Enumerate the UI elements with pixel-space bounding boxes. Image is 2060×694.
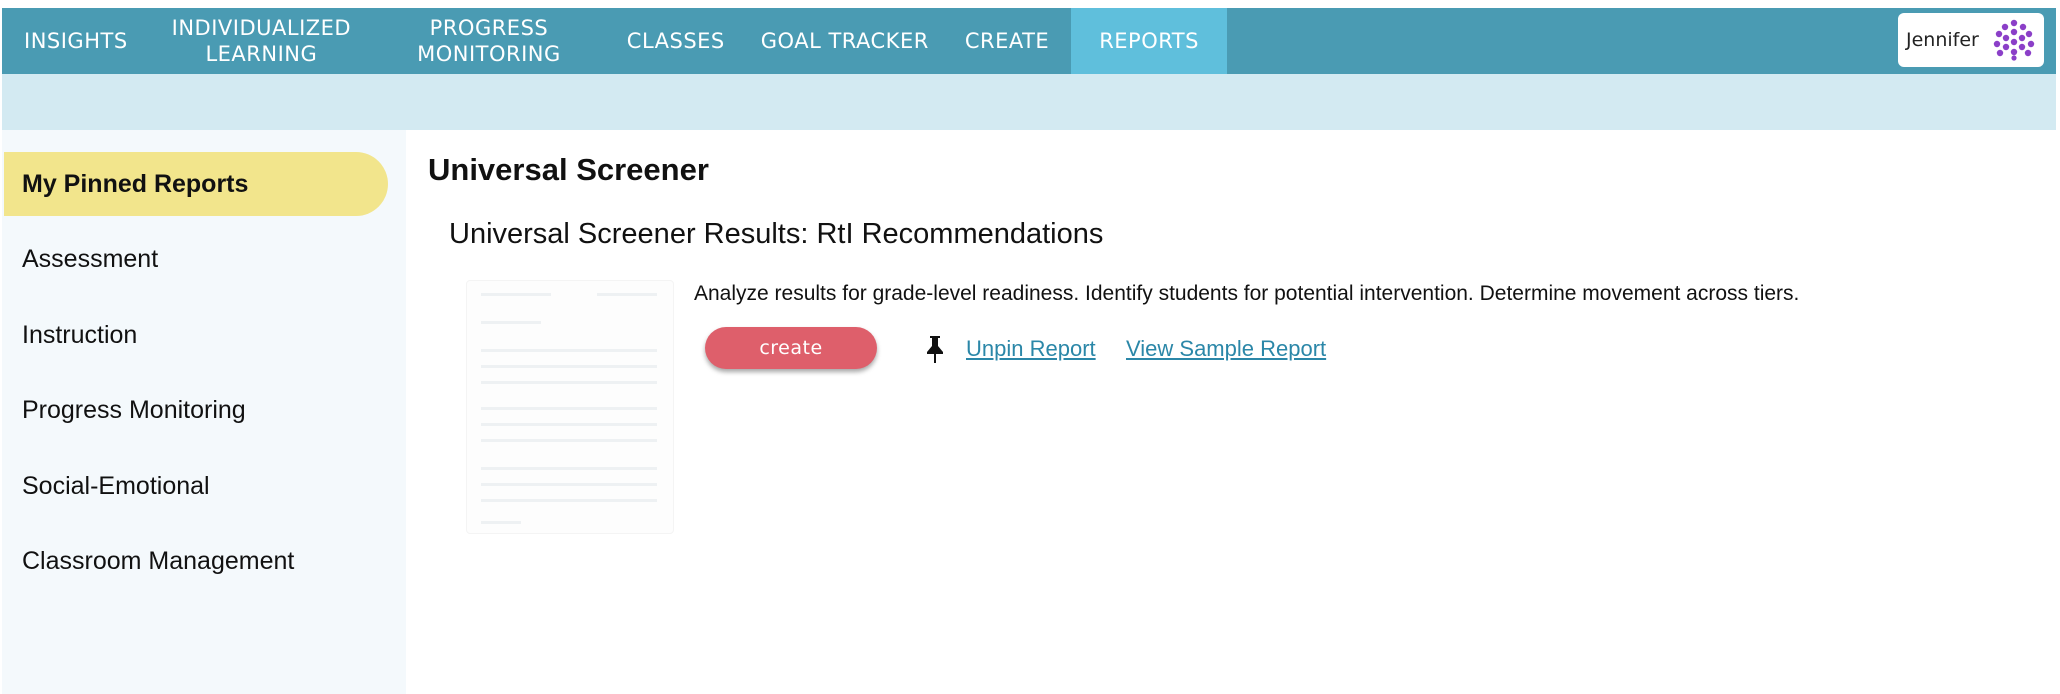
user-menu[interactable]: Jennifer [1898, 13, 2044, 67]
sidebar-item-assessment[interactable]: Assessment [4, 227, 388, 291]
view-sample-report-link[interactable]: View Sample Report [1126, 336, 1326, 362]
sidebar-item-progress-monitoring[interactable]: Progress Monitoring [4, 378, 388, 442]
sub-header-bar [2, 74, 2056, 130]
sidebar: My Pinned Reports Assessment Instruction… [2, 130, 406, 694]
nav-goal-tracker[interactable]: GOAL TRACKER [747, 8, 943, 74]
nav-create[interactable]: CREATE [943, 8, 1071, 74]
unpin-report-link[interactable]: Unpin Report [966, 336, 1096, 362]
page-title: Universal Screener [428, 152, 709, 187]
main-content: Universal Screener Universal Screener Re… [406, 130, 2056, 694]
avatar-pattern-icon [1993, 19, 2035, 61]
nav-individualized-learning[interactable]: INDIVIDUALIZED LEARNING [150, 8, 373, 74]
sidebar-item-instruction[interactable]: Instruction [4, 303, 388, 367]
pin-icon[interactable] [924, 334, 946, 364]
sidebar-item-my-pinned-reports[interactable]: My Pinned Reports [4, 152, 388, 216]
nav-reports[interactable]: REPORTS [1071, 8, 1227, 74]
nav-progress-monitoring[interactable]: PROGRESS MONITORING [373, 8, 605, 74]
create-button[interactable]: create [705, 327, 877, 369]
sidebar-item-classroom-management[interactable]: Classroom Management [4, 529, 388, 593]
report-title: Universal Screener Results: RtI Recommen… [449, 218, 1104, 250]
nav-classes[interactable]: CLASSES [605, 8, 747, 74]
report-thumbnail[interactable] [466, 280, 674, 534]
top-navigation: INSIGHTS INDIVIDUALIZED LEARNING PROGRES… [2, 8, 2056, 74]
report-description: Analyze results for grade-level readines… [694, 282, 1800, 305]
nav-insights[interactable]: INSIGHTS [2, 8, 150, 74]
sidebar-item-social-emotional[interactable]: Social-Emotional [4, 454, 388, 518]
user-name: Jennifer [1906, 29, 1979, 51]
